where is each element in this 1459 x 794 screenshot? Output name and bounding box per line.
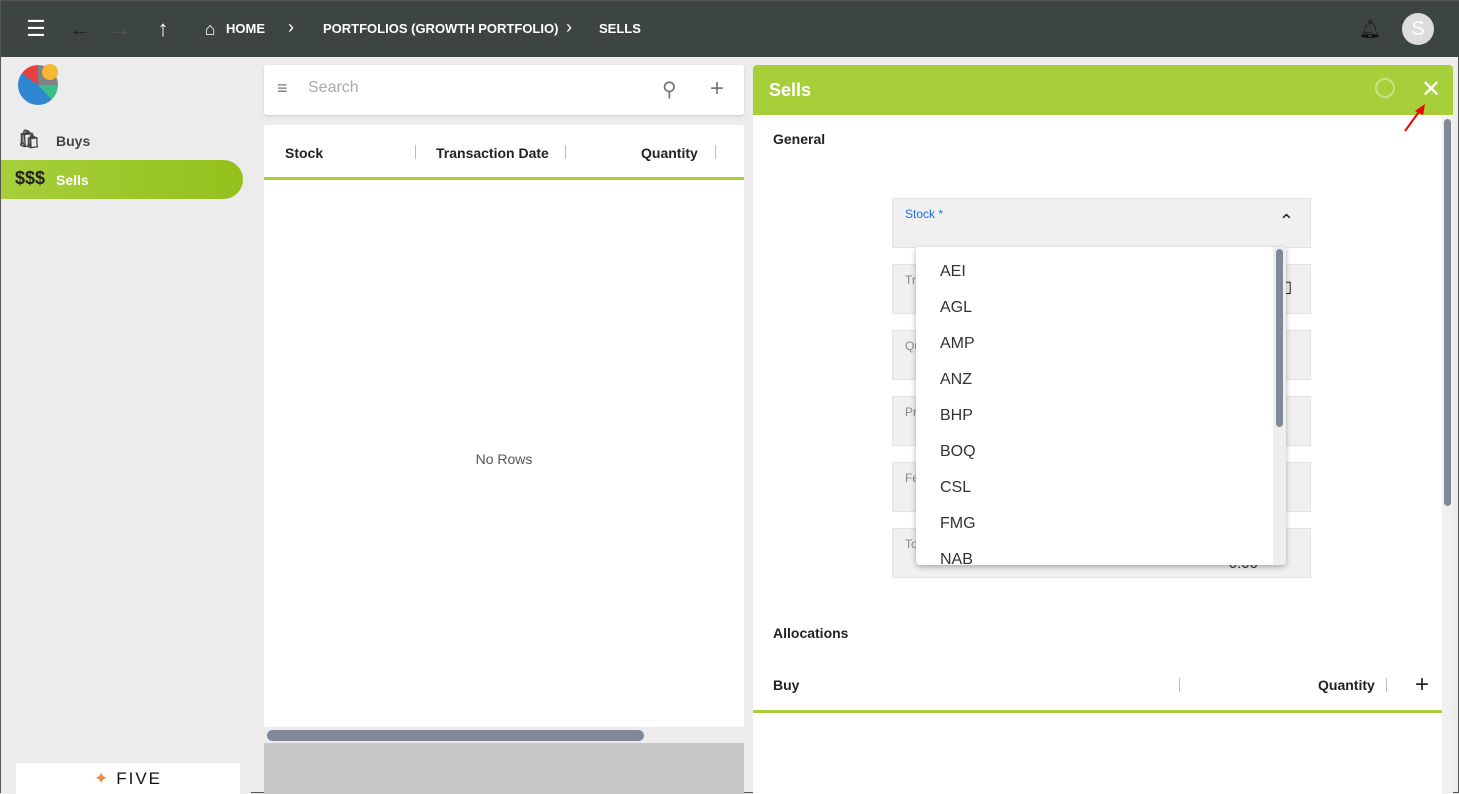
- chevron-up-icon[interactable]: ⌃: [1279, 211, 1294, 232]
- dropdown-option[interactable]: FMG: [940, 515, 976, 533]
- column-stock[interactable]: Stock: [285, 145, 323, 161]
- column-transaction-date[interactable]: Transaction Date: [436, 145, 549, 161]
- field-label: Tr: [905, 273, 916, 287]
- sidebar-item-buys[interactable]: 🛍︎ Buys: [1, 121, 243, 160]
- avatar[interactable]: S: [1402, 13, 1434, 45]
- home-icon[interactable]: ⌂: [198, 17, 222, 41]
- section-allocations: Allocations: [773, 625, 849, 641]
- close-icon[interactable]: ✕: [1421, 75, 1441, 104]
- stock-dropdown: AEI AGL AMP ANZ BHP BOQ CSL FMG NAB: [916, 247, 1286, 565]
- money-bag-coins-icon: $$$: [15, 167, 46, 188]
- search-bar: ≡ ⚲ +: [264, 65, 744, 115]
- chevron-right-icon: ›: [288, 17, 294, 37]
- stock-field[interactable]: Stock * ⌃: [892, 198, 1311, 248]
- breadcrumb-home[interactable]: HOME: [226, 21, 265, 36]
- dropdown-option[interactable]: ANZ: [940, 371, 972, 389]
- search-icon[interactable]: ⚲: [662, 77, 677, 102]
- allocations-table-header: Buy Quantity +: [753, 665, 1442, 713]
- dropdown-option[interactable]: CSL: [940, 479, 971, 497]
- forward-icon[interactable]: →: [108, 16, 132, 41]
- annotation-arrow: [1404, 104, 1425, 132]
- scrollbar-thumb[interactable]: [1276, 249, 1283, 427]
- sidebar-item-label: Sells: [56, 171, 89, 188]
- field-label: Stock *: [905, 207, 944, 221]
- bell-icon[interactable]: 🔔︎: [1358, 17, 1382, 41]
- vertical-scrollbar[interactable]: [1442, 115, 1453, 794]
- shopping-bag-hand-icon: 🛍︎: [17, 128, 41, 149]
- list-panel: Stock Transaction Date Quantity No Rows: [264, 125, 744, 794]
- sidebar: 🛍︎ Buys $$$ Sells: [1, 57, 251, 794]
- table-header: Stock Transaction Date Quantity: [264, 125, 744, 180]
- dropdown-scrollbar[interactable]: [1273, 247, 1286, 565]
- scrollbar-thumb[interactable]: [267, 730, 644, 741]
- up-icon[interactable]: ↑: [151, 16, 175, 41]
- history-icon[interactable]: [1375, 78, 1395, 98]
- chevron-right-icon: ›: [566, 17, 572, 37]
- dropdown-option[interactable]: BOQ: [940, 443, 976, 461]
- form-title: Sells: [769, 80, 812, 100]
- add-icon[interactable]: +: [710, 75, 724, 103]
- dropdown-option[interactable]: NAB: [940, 551, 973, 565]
- form-header: Sells ✕: [753, 65, 1453, 115]
- search-input[interactable]: [308, 79, 648, 97]
- dropdown-option[interactable]: AMP: [940, 335, 975, 353]
- menu-icon[interactable]: ☰: [24, 16, 48, 41]
- section-general: General: [773, 131, 826, 147]
- column-quantity[interactable]: Quantity: [641, 145, 698, 161]
- breadcrumb-portfolios[interactable]: PORTFOLIOS (GROWTH PORTFOLIO): [323, 21, 558, 36]
- dropdown-option[interactable]: AGL: [940, 299, 972, 317]
- dropdown-option[interactable]: AEI: [940, 263, 966, 281]
- coin-icon: [42, 64, 58, 80]
- breadcrumb-sells[interactable]: SELLS: [599, 21, 641, 36]
- horizontal-scrollbar[interactable]: [264, 727, 744, 743]
- column-buy[interactable]: Buy: [773, 677, 799, 693]
- scrollbar-thumb[interactable]: [1444, 119, 1451, 506]
- filter-icon[interactable]: ≡: [277, 78, 288, 99]
- empty-message: No Rows: [475, 451, 533, 467]
- back-icon[interactable]: ←: [68, 16, 92, 41]
- dropdown-option[interactable]: BHP: [940, 407, 973, 425]
- add-icon[interactable]: +: [1415, 671, 1429, 699]
- top-bar: ☰ ← → ↑ ⌂ HOME › PORTFOLIOS (GROWTH PORT…: [1, 1, 1459, 57]
- five-logo: ✦ FIVE: [16, 763, 240, 794]
- column-quantity[interactable]: Quantity: [1318, 677, 1375, 693]
- sidebar-item-sells[interactable]: $$$ Sells: [1, 160, 243, 199]
- sidebar-item-label: Buys: [56, 132, 91, 149]
